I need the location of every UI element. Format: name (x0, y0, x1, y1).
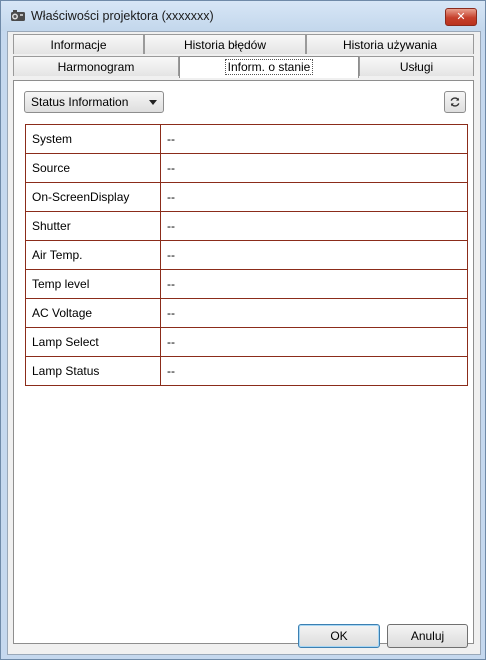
tab-label: Inform. o stanie (224, 59, 314, 75)
row-value: -- (160, 211, 468, 241)
chevron-down-icon (149, 100, 157, 105)
row-value: -- (160, 298, 468, 328)
row-value: -- (160, 240, 468, 270)
table-row: Shutter -- (25, 211, 468, 241)
cancel-button[interactable]: Anuluj (387, 624, 468, 648)
row-value: -- (160, 153, 468, 183)
ok-button[interactable]: OK (298, 624, 380, 648)
table-row: Source -- (25, 153, 468, 183)
row-key: AC Voltage (25, 298, 161, 328)
tab-informacje[interactable]: Informacje (13, 34, 144, 54)
properties-window: Właściwości projektora (xxxxxxx) ✕ Infor… (0, 0, 486, 660)
row-key: System (25, 124, 161, 154)
close-button[interactable]: ✕ (445, 8, 477, 26)
table-row: Lamp Status -- (25, 356, 468, 386)
row-value: -- (160, 182, 468, 212)
refresh-icon (450, 97, 460, 107)
projector-icon (11, 10, 25, 21)
title-bar[interactable]: Właściwości projektora (xxxxxxx) ✕ (1, 1, 485, 31)
table-row: Lamp Select -- (25, 327, 468, 357)
tab-label: Historia używania (342, 38, 438, 52)
row-value: -- (160, 269, 468, 299)
table-row: Air Temp. -- (25, 240, 468, 270)
tab-label: Usługi (399, 60, 434, 74)
tab-uslugi[interactable]: Usługi (359, 56, 474, 76)
info-type-dropdown[interactable]: Status Information (24, 91, 164, 113)
row-key: Lamp Status (25, 356, 161, 386)
tab-label: Informacje (50, 38, 107, 52)
table-row: System -- (25, 124, 468, 154)
row-value: -- (160, 356, 468, 386)
row-key: Lamp Select (25, 327, 161, 357)
tab-harmonogram[interactable]: Harmonogram (13, 56, 179, 76)
table-row: AC Voltage -- (25, 298, 468, 328)
row-value: -- (160, 327, 468, 357)
tab-label: Harmonogram (57, 60, 135, 74)
row-value: -- (160, 124, 468, 154)
tab-inform-o-stanie[interactable]: Inform. o stanie (179, 56, 359, 78)
status-table: System -- Source -- On-ScreenDisplay -- … (25, 124, 468, 386)
tab-historia-uzywania[interactable]: Historia używania (306, 34, 474, 54)
table-row: Temp level -- (25, 269, 468, 299)
window-title: Właściwości projektora (xxxxxxx) (31, 9, 214, 23)
dialog-client-area: Informacje Historia błędów Historia używ… (7, 31, 481, 655)
row-key: Source (25, 153, 161, 183)
row-key: Shutter (25, 211, 161, 241)
tab-historia-bledow[interactable]: Historia błędów (144, 34, 306, 54)
refresh-button[interactable] (444, 91, 466, 113)
tab-label: Historia błędów (183, 38, 267, 52)
close-icon: ✕ (456, 11, 466, 23)
status-panel: Status Information System -- Source -- O… (13, 80, 474, 644)
dropdown-value: Status Information (31, 95, 129, 109)
table-row: On-ScreenDisplay -- (25, 182, 468, 212)
row-key: Temp level (25, 269, 161, 299)
row-key: Air Temp. (25, 240, 161, 270)
row-key: On-ScreenDisplay (25, 182, 161, 212)
